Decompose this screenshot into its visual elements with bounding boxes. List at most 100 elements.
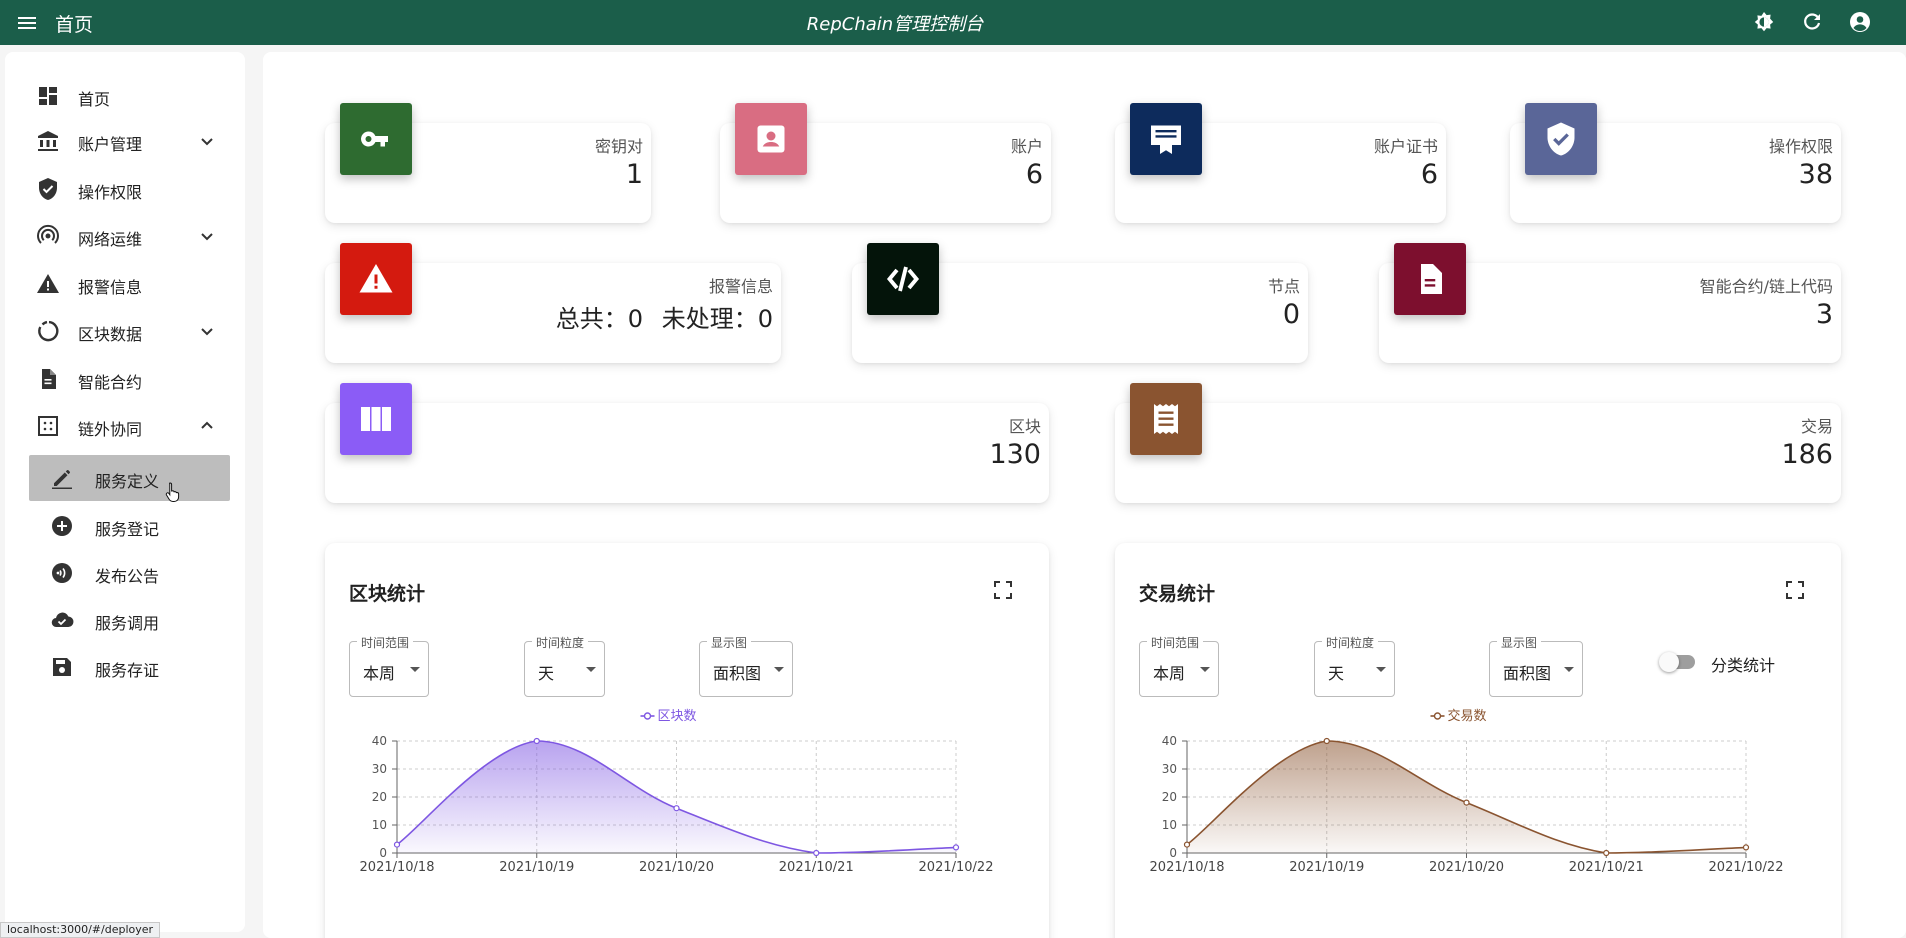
- card-value: 6: [1025, 159, 1043, 190]
- sidebar-item-label: 报警信息: [78, 278, 143, 297]
- sidebar: 首页 账户管理 操作权限 网络运维 报警信息 区块数据 智能合约 链外协同 服务…: [5, 52, 245, 932]
- top-app-bar: 首页 RepChain管理控制台: [0, 0, 1906, 45]
- warning-icon: [36, 272, 60, 296]
- sidebar-item-account-management[interactable]: 账户管理: [32, 121, 222, 159]
- data-point: [1742, 844, 1750, 851]
- code-icon: [867, 243, 939, 315]
- key-icon: [340, 103, 412, 175]
- sidebar-item-label: 区块数据: [78, 325, 143, 344]
- sidebar-subitem-service-evidence[interactable]: 服务存证: [29, 644, 230, 690]
- chevron-down-icon: [195, 224, 219, 248]
- legend-label: 交易数: [1448, 708, 1487, 724]
- y-tick-label: 10: [372, 818, 387, 832]
- y-tick-label: 40: [372, 734, 387, 748]
- x-tick-label: 2021/10/22: [1709, 860, 1784, 875]
- pencil-icon: [50, 466, 74, 490]
- document-icon: [1394, 243, 1466, 315]
- sidebar-item-smart-contract[interactable]: 智能合约: [32, 359, 222, 397]
- refresh-icon[interactable]: [1800, 10, 1824, 34]
- y-tick-label: 20: [1162, 790, 1177, 804]
- account-circle-icon[interactable]: [1848, 10, 1872, 34]
- mouse-cursor-icon: [165, 482, 180, 502]
- sidebar-item-label: 服务存证: [95, 661, 160, 680]
- cloud-check-icon: [50, 608, 74, 632]
- y-tick-label: 0: [379, 846, 387, 860]
- stat-card-block[interactable]: 区块 130: [325, 383, 1049, 503]
- sidebar-item-label: 首页: [78, 90, 111, 109]
- data-point: [952, 844, 960, 851]
- card-label: 节点: [1267, 277, 1300, 296]
- account-box-icon: [735, 103, 807, 175]
- y-tick-label: 30: [372, 762, 387, 776]
- columns-icon: [340, 383, 412, 455]
- card-value: 38: [1798, 159, 1833, 190]
- y-tick-label: 40: [1162, 734, 1177, 748]
- sidebar-subitem-publish-notice[interactable]: 发布公告: [29, 550, 230, 596]
- card-value: 0: [1282, 299, 1300, 330]
- card-value: 130: [989, 439, 1041, 470]
- dashboard-icon: [36, 84, 60, 108]
- sidebar-item-label: 智能合约: [78, 373, 143, 392]
- x-tick-label: 2021/10/18: [360, 860, 435, 875]
- data-point: [1183, 841, 1191, 848]
- sidebar-subitem-service-definition[interactable]: 服务定义: [29, 455, 230, 501]
- x-tick-label: 2021/10/21: [1569, 860, 1644, 875]
- legend-marker: [1433, 712, 1442, 720]
- sidebar-subitem-service-register[interactable]: 服务登记: [29, 503, 230, 549]
- sidebar-item-label: 服务登记: [95, 520, 160, 539]
- data-point: [533, 737, 540, 745]
- stat-card-smart-contract[interactable]: 智能合约/链上代码 3: [1379, 243, 1841, 363]
- sidebar-item-home[interactable]: 首页: [32, 76, 222, 114]
- stat-card-account[interactable]: 账户 6: [720, 103, 1051, 223]
- sidebar-item-block-data[interactable]: 区块数据: [32, 311, 222, 349]
- stat-card-transaction[interactable]: 交易 186: [1115, 383, 1841, 503]
- x-tick-label: 2021/10/19: [499, 860, 574, 875]
- x-tick-label: 2021/10/19: [1289, 860, 1364, 875]
- data-point: [1463, 799, 1470, 806]
- card-label: 操作权限: [1768, 137, 1833, 156]
- shield-check-icon: [1525, 103, 1597, 175]
- sidebar-item-label: 网络运维: [78, 230, 143, 249]
- donut-icon: [36, 319, 60, 343]
- document-icon: [36, 367, 60, 391]
- data-point: [1603, 849, 1610, 857]
- block-stats-card: 区块统计 时间范围 本周 时间粒度 天 显示图 面积图 0 10 20 30 40 202…: [325, 543, 1049, 938]
- sidebar-item-alarms[interactable]: 报警信息: [32, 264, 222, 302]
- plus-circle-icon: [50, 514, 74, 538]
- sidebar-item-offchain-collab[interactable]: 链外协同: [32, 406, 222, 444]
- stat-card-permissions[interactable]: 操作权限 38: [1510, 103, 1841, 223]
- stat-card-certificate[interactable]: 账户证书 6: [1115, 103, 1446, 223]
- data-point: [813, 849, 820, 857]
- shield-check-icon: [36, 177, 60, 201]
- x-tick-label: 2021/10/20: [1429, 860, 1504, 875]
- sidebar-item-label: 链外协同: [78, 420, 143, 439]
- theme-brightness-icon[interactable]: [1752, 10, 1776, 34]
- stat-card-node[interactable]: 节点 0: [852, 243, 1308, 363]
- card-label: 账户: [1010, 137, 1043, 156]
- receipt-icon: [1130, 383, 1202, 455]
- sidebar-item-label: 服务定义: [95, 472, 160, 491]
- card-label: 账户证书: [1373, 137, 1438, 156]
- stat-card-alarm[interactable]: 报警信息 未处理：0 总共：0: [325, 243, 781, 363]
- tx-stats-card: 交易统计 时间范围 本周 时间粒度 天 显示图 面积图 分类统计 0 10 20 30…: [1115, 543, 1841, 938]
- sidebar-item-permissions[interactable]: 操作权限: [32, 169, 222, 207]
- sidebar-subitem-service-invoke[interactable]: 服务调用: [29, 597, 230, 643]
- sidebar-item-label: 服务调用: [95, 614, 160, 633]
- alarm-total: 总共：0: [555, 305, 643, 333]
- x-tick-label: 2021/10/22: [919, 860, 994, 875]
- broadcast-icon: [50, 561, 74, 585]
- bank-icon: [36, 129, 60, 153]
- data-point: [673, 805, 680, 812]
- card-label: 密钥对: [594, 137, 643, 156]
- card-label: 报警信息: [708, 277, 773, 296]
- y-tick-label: 0: [1169, 846, 1177, 860]
- stat-card-keypair[interactable]: 密钥对 1: [325, 103, 651, 223]
- sidebar-item-label: 发布公告: [95, 567, 160, 586]
- y-tick-label: 20: [372, 790, 387, 804]
- x-tick-label: 2021/10/21: [779, 860, 854, 875]
- legend-label: 区块数: [658, 709, 697, 724]
- y-tick-label: 10: [1162, 818, 1177, 832]
- card-value: 1: [625, 159, 643, 190]
- card-value: 186: [1781, 439, 1833, 470]
- sidebar-item-network-ops[interactable]: 网络运维: [32, 216, 222, 254]
